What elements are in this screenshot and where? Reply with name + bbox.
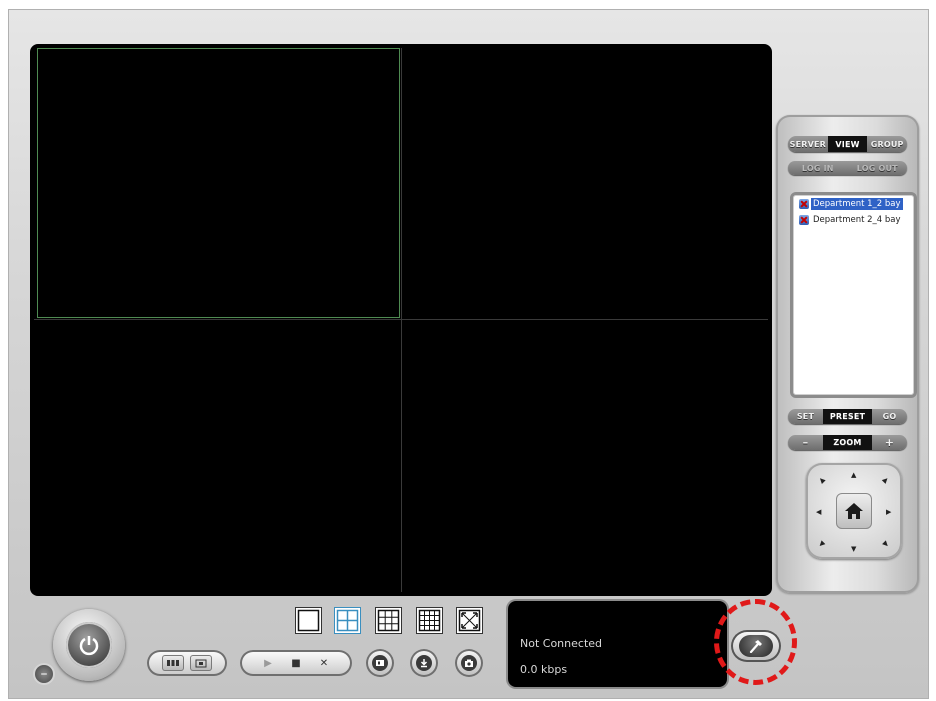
logout-button[interactable]: LOG OUT — [848, 161, 908, 175]
layout-3x3-button[interactable] — [375, 607, 402, 634]
download-button[interactable] — [410, 649, 438, 677]
zoom-out-button[interactable]: – — [788, 435, 823, 450]
close-icon[interactable]: ✕ — [313, 658, 335, 669]
tab-group[interactable]: GROUP — [867, 136, 907, 152]
layout-sixteen-icon — [418, 609, 441, 632]
snapshot-button[interactable] — [455, 649, 483, 677]
go-button[interactable]: GO — [872, 409, 907, 424]
pan-up-right-icon[interactable]: ▲ — [881, 475, 890, 484]
layout-nine-icon — [377, 609, 400, 632]
power-icon — [66, 622, 112, 668]
pan-down-right-icon[interactable]: ▼ — [881, 539, 890, 548]
panel-tabs: SERVER VIEW GROUP — [788, 136, 907, 152]
pan-left-icon[interactable]: ◀ — [816, 508, 821, 516]
pan-down-left-icon[interactable]: ▼ — [817, 539, 826, 548]
multi-camera-icon — [167, 660, 179, 666]
download-icon — [416, 655, 432, 671]
tab-view[interactable]: VIEW — [827, 136, 868, 152]
preset-controls: SET PRESET GO — [788, 409, 907, 424]
highlight-ring — [714, 599, 797, 685]
zoom-in-button[interactable]: + — [872, 435, 907, 450]
fullscreen-icon — [458, 609, 481, 632]
layout-single-icon — [297, 609, 320, 632]
bitrate-readout: 0.0 kbps — [520, 663, 568, 676]
list-item[interactable]: Department 1_2 bay — [799, 197, 914, 211]
layout-4x4-button[interactable] — [416, 607, 443, 634]
connection-status: Not Connected — [520, 637, 603, 650]
auth-buttons: LOG IN LOG OUT — [788, 161, 907, 175]
record-button[interactable] — [366, 649, 394, 677]
power-button[interactable] — [53, 609, 125, 681]
multi-view-button[interactable] — [162, 655, 184, 671]
home-icon[interactable] — [836, 493, 872, 529]
record-icon — [372, 655, 388, 671]
single-camera-icon — [195, 659, 207, 667]
pan-right-icon[interactable]: ▶ — [886, 508, 891, 516]
video-grid — [30, 44, 772, 596]
status-display: Not Connected 0.0 kbps — [508, 601, 727, 687]
list-item[interactable]: Department 2_4 bay — [799, 213, 914, 227]
grid-divider-vertical — [401, 48, 402, 592]
stop-icon[interactable]: ■ — [285, 658, 307, 669]
ptz-control-pad: ▲ ▼ ◀ ▶ ▲ ▲ ▼ ▼ — [806, 463, 902, 559]
minimize-icon[interactable]: – — [35, 665, 53, 683]
zoom-label: ZOOM — [823, 435, 872, 450]
layout-quad-icon — [336, 609, 359, 632]
control-panel: SERVER VIEW GROUP LOG IN LOG OUT Departm… — [776, 115, 919, 593]
fullscreen-button[interactable] — [456, 607, 483, 634]
layout-1x1-button[interactable] — [295, 607, 322, 634]
layout-2x2-button[interactable] — [334, 607, 361, 634]
single-view-button[interactable] — [190, 655, 212, 671]
play-icon[interactable]: ▶ — [257, 658, 279, 669]
view-mode-group — [147, 650, 227, 676]
pan-down-icon[interactable]: ▼ — [851, 545, 856, 553]
camera-icon — [461, 655, 477, 671]
zoom-controls: – ZOOM + — [788, 435, 907, 450]
tab-server[interactable]: SERVER — [788, 136, 828, 152]
login-button[interactable]: LOG IN — [788, 161, 848, 175]
pan-up-left-icon[interactable]: ▲ — [817, 475, 826, 484]
camera-view-icon — [799, 215, 809, 225]
pan-up-icon[interactable]: ▲ — [851, 471, 856, 479]
view-list: Department 1_2 bay Department 2_4 bay — [790, 192, 917, 398]
preset-button[interactable]: PRESET — [823, 409, 872, 424]
video-cell-1[interactable] — [37, 48, 400, 318]
camera-view-icon — [799, 199, 809, 209]
set-button[interactable]: SET — [788, 409, 823, 424]
playback-group: ▶ ■ ✕ — [240, 650, 352, 676]
